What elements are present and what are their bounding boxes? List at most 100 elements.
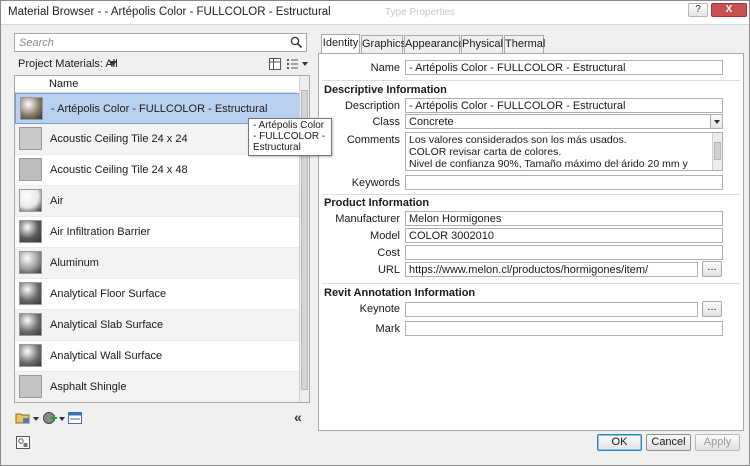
material-name: Asphalt Shingle xyxy=(50,381,127,393)
annotation-info-header: Revit Annotation Information xyxy=(324,287,476,299)
material-swatch xyxy=(19,220,42,243)
view-toggle-icon[interactable] xyxy=(268,57,282,71)
material-name: Analytical Wall Surface xyxy=(50,350,163,362)
material-name: Aluminum xyxy=(50,257,99,269)
project-materials-filter[interactable]: Project Materials: All xyxy=(18,58,118,70)
comments-scrollbar[interactable] xyxy=(712,133,722,170)
search-input[interactable]: Search xyxy=(14,33,307,52)
material-swatch xyxy=(19,158,42,181)
manufacturer-label: Manufacturer xyxy=(335,213,400,225)
material-swatch xyxy=(19,344,42,367)
url-label: URL xyxy=(377,264,400,276)
open-library-icon[interactable] xyxy=(15,411,31,425)
view-options-chevron-icon[interactable] xyxy=(302,62,308,66)
material-list-item[interactable]: Analytical Wall Surface xyxy=(15,341,302,372)
divider xyxy=(322,283,740,284)
chevron-down-icon[interactable] xyxy=(109,61,117,66)
model-field[interactable]: COLOR 3002010 xyxy=(405,228,723,243)
create-chevron-icon[interactable] xyxy=(59,417,65,421)
mark-field[interactable] xyxy=(405,321,723,336)
mark-label: Mark xyxy=(375,323,400,335)
material-name: Acoustic Ceiling Tile 24 x 48 xyxy=(50,164,188,176)
material-swatch xyxy=(19,189,42,212)
comments-label: Comments xyxy=(346,134,400,146)
comments-textarea[interactable]: Los valores considerados son los más usa… xyxy=(405,132,723,171)
material-name: Analytical Slab Surface xyxy=(50,319,164,331)
material-name: Air Infiltration Barrier xyxy=(50,226,151,238)
descriptive-info-header: Descriptive Information xyxy=(324,84,447,96)
keynote-label: Keynote xyxy=(359,303,400,315)
title-bar: Material Browser - - Artépolis Color - F… xyxy=(1,1,749,25)
material-name: Analytical Floor Surface xyxy=(50,288,167,300)
material-name: Acoustic Ceiling Tile 24 x 24 xyxy=(50,133,188,145)
material-list-panel: Search Project Materials: All Name - Art… xyxy=(14,31,310,431)
description-field[interactable]: - Artépolis Color - FULLCOLOR - Estructu… xyxy=(405,98,723,113)
material-list-item[interactable]: Air Infiltration Barrier xyxy=(15,217,302,248)
keynote-field[interactable] xyxy=(405,302,698,317)
tab-thermal[interactable]: Thermal xyxy=(504,35,545,53)
url-field[interactable]: https://www.melon.cl/productos/hormigone… xyxy=(405,262,698,277)
comments-line: COLOR revisar carta de colores. xyxy=(409,146,562,158)
filter-bar: Project Materials: All xyxy=(14,56,310,74)
keywords-label: Keywords xyxy=(351,177,400,189)
scrollbar-thumb[interactable] xyxy=(714,142,721,160)
cancel-button[interactable]: Cancel xyxy=(646,434,691,451)
material-swatch xyxy=(19,251,42,274)
material-swatch xyxy=(19,282,42,305)
material-swatch xyxy=(19,313,42,336)
material-list-item[interactable]: Asphalt Shingle xyxy=(15,372,302,402)
material-list-item[interactable]: Acoustic Ceiling Tile 24 x 48 xyxy=(15,155,302,186)
tab-physical[interactable]: Physical xyxy=(461,35,503,53)
asset-editor-icon[interactable] xyxy=(67,411,83,425)
background-window-title: Type Properties xyxy=(385,7,456,18)
collapse-panel-button[interactable]: « xyxy=(294,409,302,425)
material-tooltip: - Artépolis Color - FULLCOLOR - Estructu… xyxy=(248,118,332,156)
material-browser-window: Material Browser - - Artépolis Color - F… xyxy=(0,0,750,466)
material-list-item[interactable]: Aluminum xyxy=(15,248,302,279)
tab-appearance[interactable]: Appearance xyxy=(404,35,464,53)
comments-line: Los valores considerados son los más usa… xyxy=(409,134,627,146)
material-swatch xyxy=(19,127,42,150)
description-label: Description xyxy=(344,100,400,112)
name-label: Name xyxy=(370,62,400,74)
help-button[interactable]: ? xyxy=(688,3,708,17)
class-select[interactable]: Concrete xyxy=(405,114,723,129)
material-list-item[interactable]: Air xyxy=(15,186,302,217)
identity-panel: Name - Artépolis Color - FULLCOLOR - Est… xyxy=(318,53,744,431)
manufacturer-field[interactable]: Melon Hormigones xyxy=(405,211,723,226)
material-name: - Artépolis Color - FULLCOLOR - Estructu… xyxy=(51,103,268,115)
apply-button[interactable]: Apply xyxy=(695,434,740,451)
tab-identity[interactable]: Identity xyxy=(321,34,360,54)
ok-button[interactable]: OK xyxy=(597,434,642,451)
class-value: Concrete xyxy=(409,116,454,128)
cost-field[interactable] xyxy=(405,245,723,260)
keynote-browse-button[interactable]: ... xyxy=(702,301,722,317)
material-editor-toggle-icon[interactable] xyxy=(15,435,31,450)
name-field[interactable]: - Artépolis Color - FULLCOLOR - Estructu… xyxy=(405,60,723,75)
material-list-item[interactable]: Analytical Slab Surface xyxy=(15,310,302,341)
keywords-field[interactable] xyxy=(405,175,723,190)
tab-graphics[interactable]: Graphics xyxy=(361,35,406,53)
material-list-item[interactable]: Analytical Floor Surface xyxy=(15,279,302,310)
divider xyxy=(322,80,740,81)
library-toolbar: « xyxy=(14,409,310,429)
create-material-icon[interactable] xyxy=(42,411,58,425)
material-swatch xyxy=(19,375,42,398)
window-title: Material Browser - - Artépolis Color - F… xyxy=(8,6,331,18)
model-label: Model xyxy=(370,230,400,242)
product-info-header: Product Information xyxy=(324,197,430,209)
library-chevron-icon[interactable] xyxy=(33,417,39,421)
class-label: Class xyxy=(372,116,400,128)
column-header-name[interactable]: Name xyxy=(49,78,78,90)
search-placeholder: Search xyxy=(19,37,54,49)
url-browse-button[interactable]: ... xyxy=(702,261,722,277)
material-name: Air xyxy=(50,195,64,207)
list-header[interactable]: Name xyxy=(15,76,297,93)
close-button[interactable]: X xyxy=(711,3,747,17)
chevron-down-icon[interactable] xyxy=(710,115,722,128)
list-view-icon[interactable] xyxy=(286,57,300,71)
comments-line: Nivel de confianza 90%, Tamaño máximo de… xyxy=(409,158,688,170)
cost-label: Cost xyxy=(377,247,400,259)
material-swatch xyxy=(20,97,43,120)
search-icon[interactable] xyxy=(290,36,303,49)
